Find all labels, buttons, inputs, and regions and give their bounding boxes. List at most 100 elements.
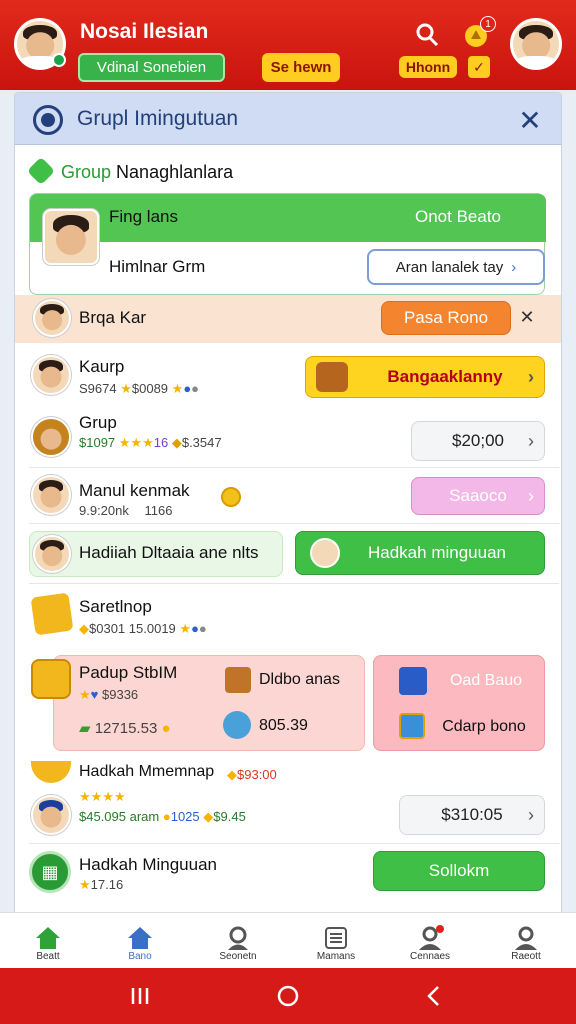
row4-button[interactable]: Bangaaklanny › [305, 356, 545, 398]
row9-button2[interactable]: Cdarp bono [429, 713, 539, 741]
tab-contacts[interactable]: Cennaes [382, 912, 478, 968]
sapphire-icon: ● [191, 621, 199, 636]
row5-stat1: $1097 [79, 435, 116, 450]
chevron-right-icon: › [511, 258, 517, 276]
row5-button-label: $20;00 [452, 431, 504, 450]
close-icon[interactable]: ✕ [515, 105, 545, 136]
system-nav-bar [0, 968, 576, 1024]
row3-name: Brqa Kar [79, 308, 147, 327]
info-icon: ● [198, 621, 207, 636]
row5-name: Grup [79, 413, 117, 432]
row4-name: Kaurp [79, 357, 125, 376]
tab-label: Beatt [36, 951, 60, 962]
row6-stat1: 9.9:20nk [79, 503, 129, 518]
bill-icon: ▰ [79, 720, 91, 737]
home-button-icon[interactable] [274, 982, 302, 1010]
row4-button-label: Bangaaklanny [387, 367, 503, 386]
row10-stat3: 1025 [170, 809, 200, 824]
home-icon [36, 927, 60, 949]
search-icon[interactable] [412, 20, 442, 50]
row2-button[interactable]: Aran lanalek tay › [367, 249, 545, 285]
calendar-icon: ▦ [29, 851, 71, 893]
tab-menu[interactable]: Mamans [288, 912, 384, 968]
cube-icon [30, 592, 74, 636]
row11-stat1: 17.16 [90, 877, 124, 892]
box-icon [399, 713, 425, 739]
row10-stat1: $93:00 [237, 767, 277, 782]
row6-name: Manul kenmak [79, 481, 190, 500]
tab-home-green[interactable]: Beatt [0, 912, 96, 968]
panel-header: Grupl Imingutuan ✕ [15, 93, 561, 145]
row8-stat1: $0301 [89, 621, 126, 636]
row3-button[interactable]: Pasa Rono [381, 301, 511, 335]
row8-name: Saretlnop [79, 597, 152, 616]
row4-avatar[interactable] [31, 355, 71, 395]
cowboy-icon [316, 362, 348, 392]
featured-action[interactable]: Onot Beato [415, 207, 501, 227]
row4-stat2: $0089 [131, 381, 169, 396]
row6-button[interactable]: Saaoco › [411, 477, 545, 515]
back-icon[interactable] [420, 982, 448, 1010]
row6-avatar[interactable] [31, 475, 71, 515]
section-label: Group [61, 162, 112, 182]
row5-avatar[interactable] [31, 417, 71, 457]
subtitle-pill[interactable]: Vdinal Sonebien [78, 53, 225, 82]
row9-stat2-wrap: ▰ 12715.53 ● [79, 720, 171, 737]
row3-avatar[interactable] [33, 299, 71, 337]
row6-stat2: 1166 [144, 503, 173, 518]
chevron-right-icon: › [528, 804, 534, 825]
yellow-pill[interactable]: Se hewn [262, 53, 340, 82]
tab-label: Bano [128, 951, 152, 962]
notification-count: 1 [480, 16, 496, 32]
row4-stat1: S9674 [79, 381, 117, 396]
row7-button[interactable]: Hadkah minguuan [295, 531, 545, 575]
status-badge [52, 53, 66, 67]
dismiss-icon[interactable]: ✕ [515, 305, 539, 329]
tab-label: Raeott [511, 951, 541, 962]
row2-name: Himlnar Grm [109, 257, 206, 276]
row6-button-label: Saaoco [449, 486, 507, 505]
group-panel: Grupl Imingutuan ✕ Group Nanaghlanlara F… [14, 92, 562, 932]
tab-home[interactable]: Bano [92, 912, 188, 968]
row10-button-label: $310:05 [441, 805, 503, 824]
row10-stat2: $45.095 aram [79, 809, 160, 824]
app-header: Nosai Ilesian Vdinal Sonebien Se hewn Hh… [0, 0, 576, 90]
home-icon [128, 927, 152, 949]
profile-avatar[interactable] [510, 18, 562, 70]
row5-stats: $1097 ★★★16 ◆$.3547 [79, 435, 222, 450]
divider [29, 583, 559, 584]
group-icon [26, 156, 56, 186]
row11-button[interactable]: Sollokm [373, 851, 545, 891]
row7-name: Hadiiah Dltaaia ane nlts [79, 543, 259, 562]
elf-icon [310, 538, 340, 568]
row7-avatar[interactable] [33, 535, 71, 573]
row5-button[interactable]: $20;00 › [411, 421, 545, 461]
row8-stats: ◆$0301 15.0019 ★●● [79, 621, 207, 636]
row2-button-label: Aran lanalek tay [395, 258, 504, 276]
row10-button[interactable]: $310:05 › [399, 795, 545, 835]
row9-stat2: 12715.53 [94, 720, 158, 737]
gold-bowl-icon [31, 761, 71, 783]
tab-search[interactable]: Seonetn [190, 912, 286, 968]
chevron-right-icon: › [528, 366, 534, 387]
row6-stats: 9.9:20nk 1166 [79, 503, 172, 518]
divider [29, 467, 559, 468]
row9-stat1: $9336 [102, 687, 139, 702]
row10-avatar[interactable] [31, 795, 71, 835]
bowl-icon [223, 711, 251, 739]
panel-title: Grupl Imingutuan [77, 107, 239, 130]
row9-stat1-wrap: ★♥ $9336 [79, 687, 139, 702]
coin-icon: ◆ [171, 435, 182, 450]
row9-name: Padup StbIM [79, 663, 178, 682]
app-logo-icon [33, 105, 63, 135]
row10-stars: ★★★★ [79, 789, 126, 804]
featured-avatar[interactable] [43, 209, 99, 265]
row4-stats: S9674 ★$0089 ★●● [79, 381, 200, 396]
treasure-icon [31, 659, 71, 699]
yellow-pill-small[interactable]: Hhonn [399, 56, 457, 78]
tab-profile[interactable]: Raeott [478, 912, 574, 968]
check-icon[interactable]: ✓ [468, 56, 490, 78]
recents-icon[interactable] [126, 984, 154, 1008]
row5-stat2: 16 [153, 435, 169, 450]
row9-button1[interactable]: Oad Bauo [431, 667, 541, 695]
